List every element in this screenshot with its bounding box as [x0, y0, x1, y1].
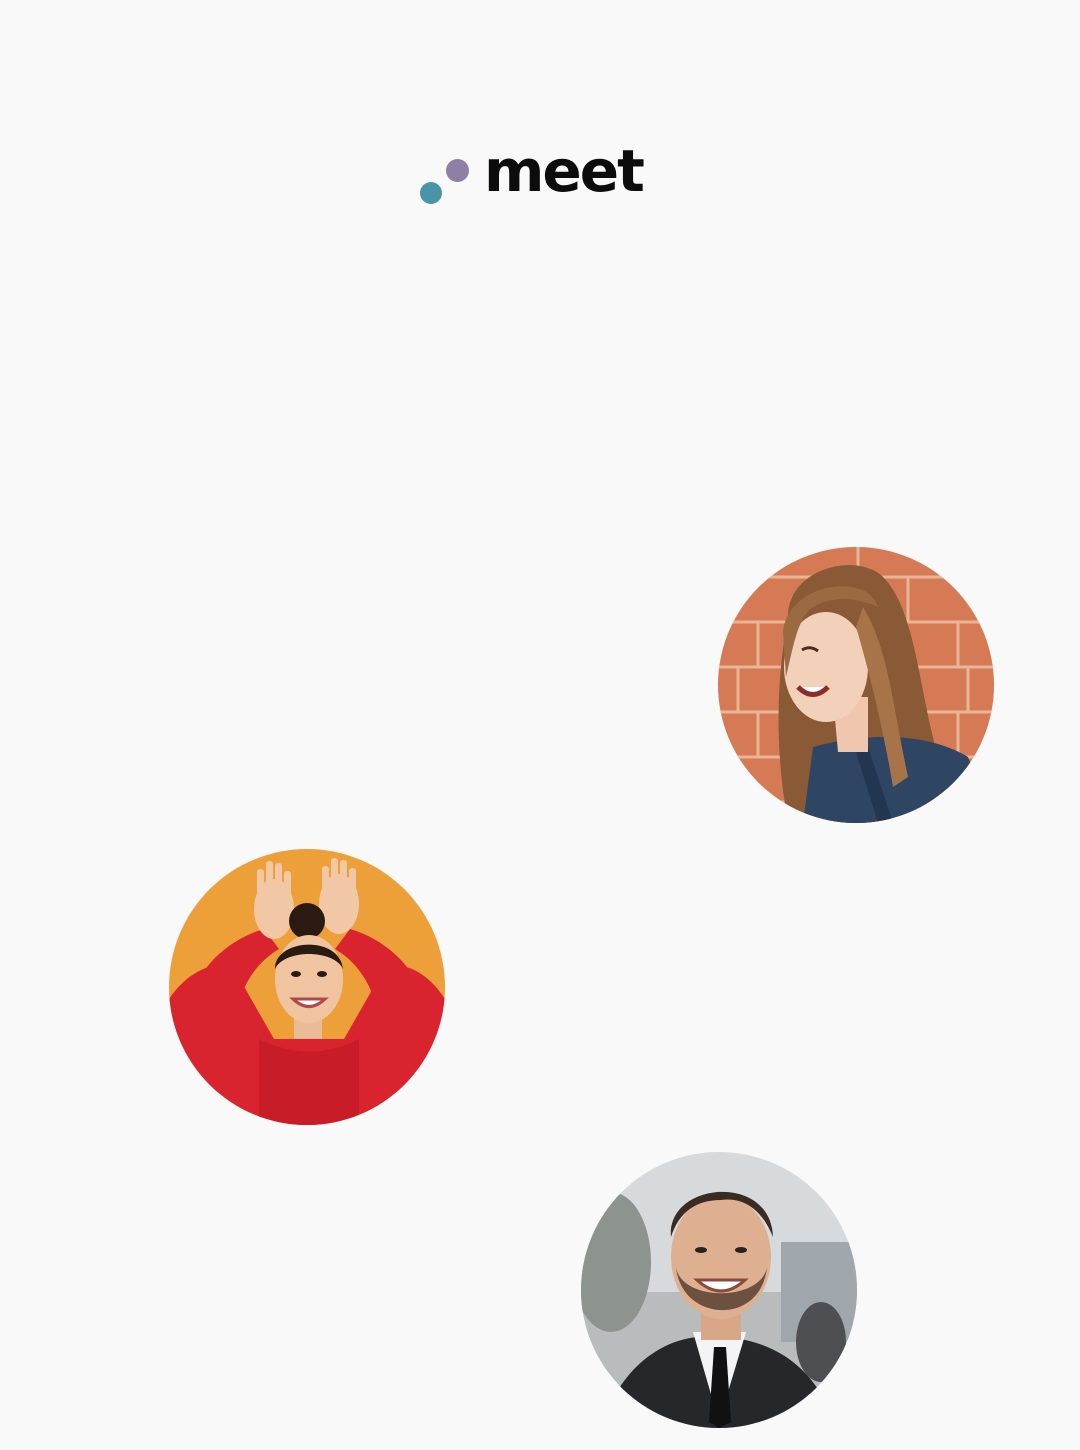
logo-dot-purple-icon: [446, 159, 469, 182]
meet-logo: meet: [419, 142, 664, 212]
avatar-woman-brick-wall: [718, 547, 994, 823]
avatar-woman-red-sweater: [169, 849, 445, 1125]
brand-wordmark: meet: [484, 137, 645, 205]
avatar-man-suit: [581, 1152, 857, 1428]
logo-dot-teal-icon: [420, 182, 442, 204]
